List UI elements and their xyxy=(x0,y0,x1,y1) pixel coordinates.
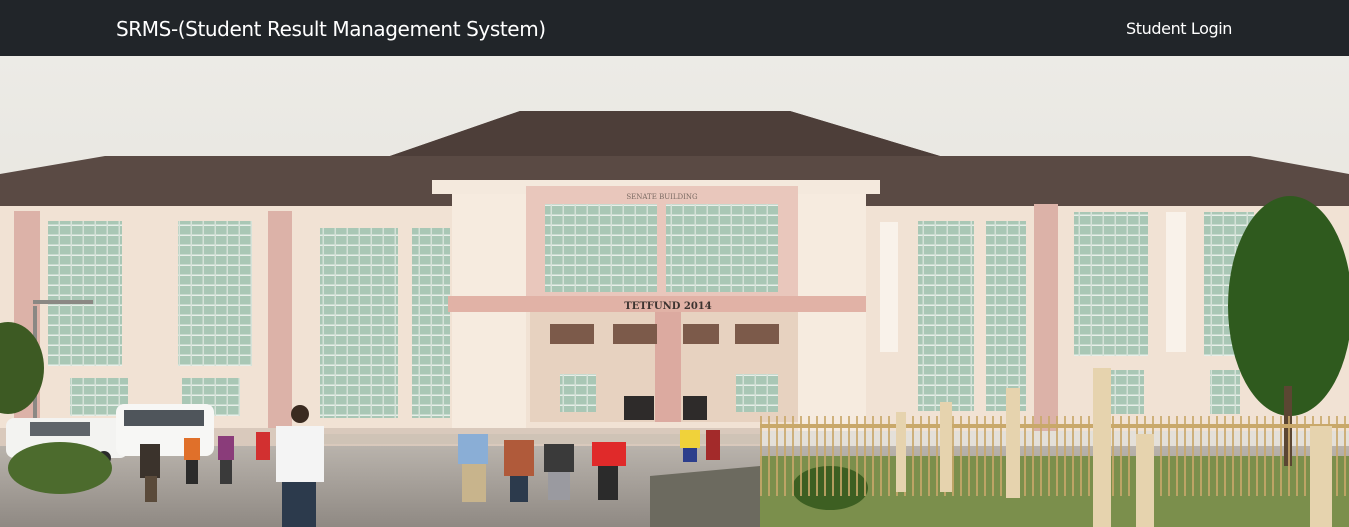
student-login-link[interactable]: Student Login xyxy=(1126,0,1232,56)
senate-sign: SENATE BUILDING xyxy=(626,193,698,201)
hero-image: TETFUND 2014 SENATE BUILDING xyxy=(0,56,1349,527)
top-navbar: SRMS-(Student Result Management System) … xyxy=(0,0,1349,56)
brand-link[interactable]: SRMS-(Student Result Management System) xyxy=(116,0,546,56)
tetfund-plaque: TETFUND 2014 xyxy=(624,301,711,312)
